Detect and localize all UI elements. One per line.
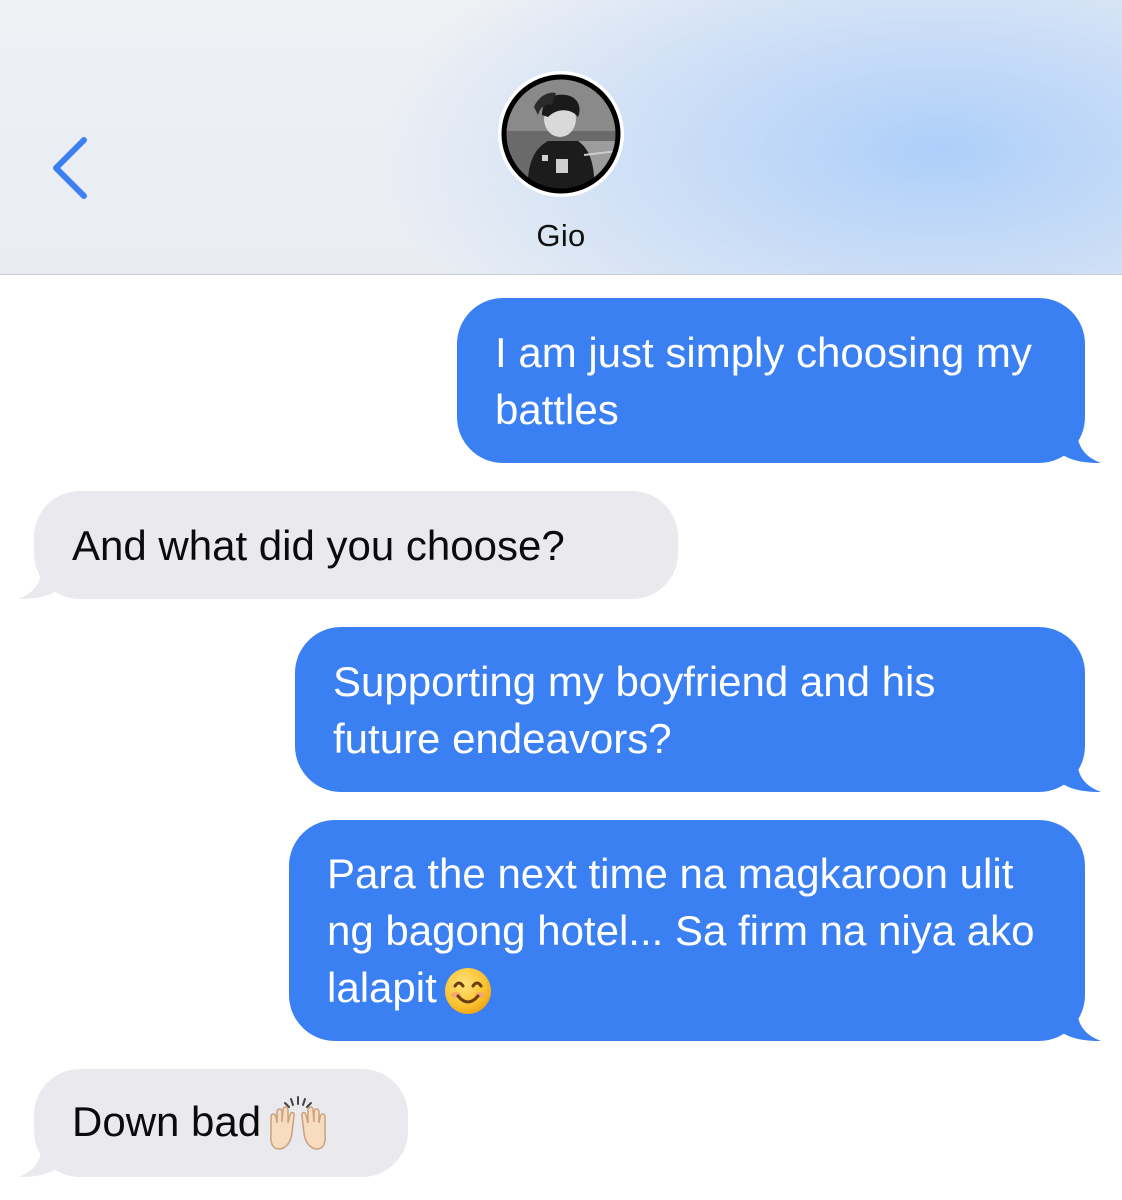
bubble-tail bbox=[18, 565, 62, 599]
message-text-wrapper: Down bad bbox=[72, 1093, 329, 1154]
chevron-left-icon bbox=[53, 137, 87, 199]
message-bubble-sent[interactable]: Supporting my boyfriend and his future e… bbox=[295, 627, 1101, 792]
raising-hands-icon bbox=[270, 1096, 327, 1151]
message-bubble-sent[interactable]: I am just simply choosing my battles bbox=[457, 298, 1101, 463]
message-text: Supporting my boyfriend and his future e… bbox=[333, 657, 936, 762]
message-bubble-sent[interactable]: Para the next time na magkaroon ulit ng … bbox=[289, 820, 1101, 1041]
message-text: Para the next time na magkaroon ulit ng … bbox=[327, 850, 1035, 1011]
contact-name[interactable]: Gio bbox=[461, 218, 661, 254]
bubble-tail bbox=[1057, 429, 1101, 463]
back-button[interactable] bbox=[40, 128, 100, 208]
avatar-photo bbox=[498, 71, 624, 197]
message-bubble-received[interactable]: And what did you choose? bbox=[18, 491, 678, 599]
bubble-tail bbox=[1057, 1007, 1101, 1041]
contact-avatar[interactable] bbox=[498, 71, 624, 197]
message-text: And what did you choose? bbox=[72, 521, 565, 569]
message-bubble-received[interactable]: Down bad bbox=[18, 1069, 408, 1177]
conversation-header: Gio bbox=[0, 0, 1122, 275]
bubble-tail bbox=[18, 1143, 62, 1177]
message-text-wrapper: Para the next time na magkaroon ulit ng … bbox=[327, 845, 1047, 1016]
message-text: I am just simply choosing my battles bbox=[495, 328, 1032, 433]
messages-screen: Gio I am just simply choosing my battles… bbox=[0, 0, 1122, 1200]
bubble-tail bbox=[1057, 758, 1101, 792]
smiling-face-icon bbox=[444, 967, 491, 1014]
message-text: Down bad bbox=[72, 1097, 262, 1145]
